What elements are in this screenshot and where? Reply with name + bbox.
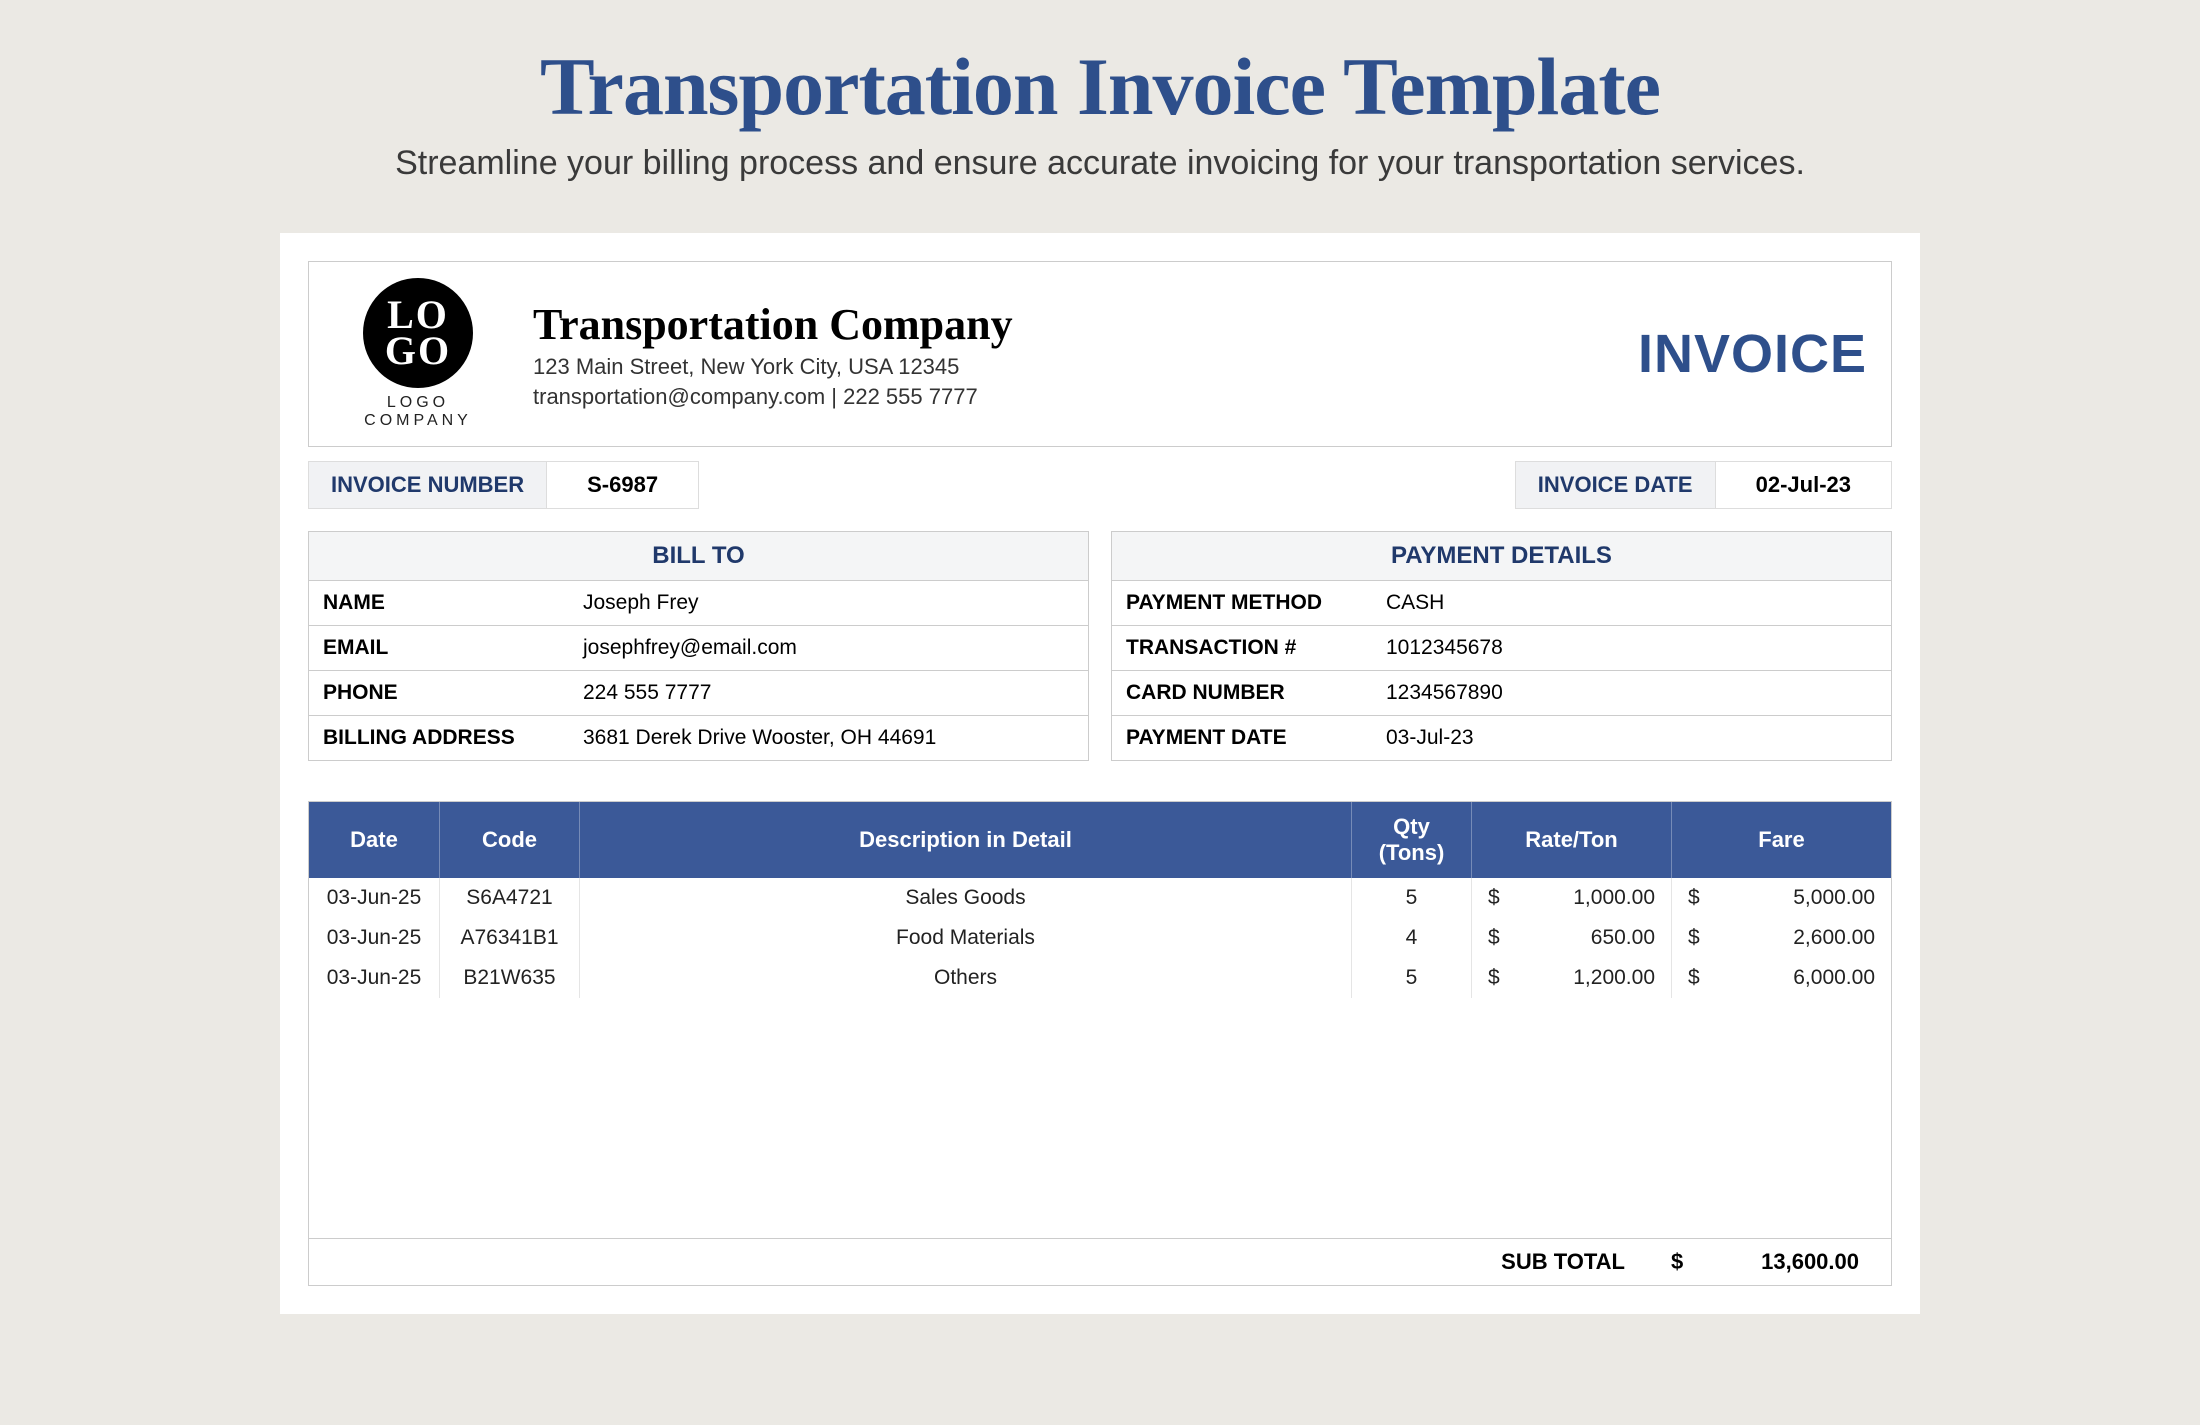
info-key: NAME (309, 581, 569, 625)
page-title: Transportation Invoice Template (280, 40, 1920, 134)
col-code: Code (439, 802, 579, 878)
info-row: NAMEJoseph Frey (308, 581, 1089, 626)
info-key: PHONE (309, 671, 569, 715)
cell-money[interactable]: $5,000.00 (1671, 878, 1891, 918)
table-body: 03-Jun-25S6A4721Sales Goods5$1,000.00$5,… (309, 878, 1891, 1238)
logo-text-2: GO (385, 333, 451, 369)
info-key: PAYMENT DATE (1112, 716, 1372, 760)
col-desc: Description in Detail (579, 802, 1351, 878)
info-row: PAYMENT DATE03-Jul-23 (1111, 716, 1892, 761)
subtotal-currency: $ (1671, 1249, 1683, 1275)
col-qty-1: Qty (1393, 814, 1430, 840)
info-value[interactable]: Joseph Frey (569, 581, 1088, 625)
invoice-sheet: LO GO LOGO COMPANY Transportation Compan… (280, 233, 1920, 1314)
invoice-heading: INVOICE (1638, 323, 1867, 385)
subtotal-value: 13,600.00 (1761, 1249, 1859, 1275)
cell[interactable]: Others (579, 958, 1351, 998)
payment-box: PAYMENT DETAILS PAYMENT METHODCASHTRANSA… (1111, 531, 1892, 761)
info-value[interactable]: josephfrey@email.com (569, 626, 1088, 670)
col-qty: Qty (Tons) (1351, 802, 1471, 878)
cell-money[interactable]: $1,000.00 (1471, 878, 1671, 918)
info-key: BILLING ADDRESS (309, 716, 569, 760)
invoice-date-label: INVOICE DATE (1515, 461, 1716, 509)
info-row: BILLING ADDRESS3681 Derek Drive Wooster,… (308, 716, 1089, 761)
invoice-number-label: INVOICE NUMBER (308, 461, 547, 509)
info-key: TRANSACTION # (1112, 626, 1372, 670)
subtotal-label: SUB TOTAL (1455, 1249, 1655, 1275)
logo-block: LO GO LOGO COMPANY (333, 278, 503, 430)
subtotal-amount: $ 13,600.00 (1655, 1249, 1875, 1275)
cell[interactable]: 03-Jun-25 (309, 958, 439, 998)
invoice-number-value[interactable]: S-6987 (547, 461, 699, 509)
invoice-date-value[interactable]: 02-Jul-23 (1716, 461, 1892, 509)
table-row: 03-Jun-25S6A4721Sales Goods5$1,000.00$5,… (309, 878, 1891, 918)
cell-money[interactable]: $2,600.00 (1671, 918, 1891, 958)
info-value[interactable]: 3681 Derek Drive Wooster, OH 44691 (569, 716, 1088, 760)
info-row: PHONE224 555 7777 (308, 671, 1089, 716)
info-value[interactable]: 03-Jul-23 (1372, 716, 1891, 760)
table-header: Date Code Description in Detail Qty (Ton… (309, 802, 1891, 878)
cell[interactable]: 5 (1351, 878, 1471, 918)
cell[interactable]: A76341B1 (439, 918, 579, 958)
info-key: CARD NUMBER (1112, 671, 1372, 715)
table-row: 03-Jun-25A76341B1Food Materials4$650.00$… (309, 918, 1891, 958)
col-date: Date (309, 802, 439, 878)
info-key: EMAIL (309, 626, 569, 670)
cell-money[interactable]: $650.00 (1471, 918, 1671, 958)
info-value[interactable]: 224 555 7777 (569, 671, 1088, 715)
bill-to-head: BILL TO (308, 531, 1089, 581)
payment-head: PAYMENT DETAILS (1111, 531, 1892, 581)
info-value[interactable]: CASH (1372, 581, 1891, 625)
meta-row: INVOICE NUMBER S-6987 INVOICE DATE 02-Ju… (308, 461, 1892, 509)
logo-icon: LO GO (363, 278, 473, 388)
subtotal-row: SUB TOTAL $ 13,600.00 (309, 1238, 1891, 1285)
info-row: EMAILjosephfrey@email.com (308, 626, 1089, 671)
company-name: Transportation Company (533, 299, 1608, 350)
cell[interactable]: 03-Jun-25 (309, 878, 439, 918)
bill-to-box: BILL TO NAMEJoseph FreyEMAILjosephfrey@e… (308, 531, 1089, 761)
cell[interactable]: Food Materials (579, 918, 1351, 958)
cell[interactable]: Sales Goods (579, 878, 1351, 918)
info-row: CARD NUMBER1234567890 (1111, 671, 1892, 716)
info-key: PAYMENT METHOD (1112, 581, 1372, 625)
company-header: LO GO LOGO COMPANY Transportation Compan… (308, 261, 1892, 447)
page-subtitle: Streamline your billing process and ensu… (280, 144, 1920, 183)
cell-money[interactable]: $1,200.00 (1471, 958, 1671, 998)
col-qty-2: (Tons) (1379, 840, 1445, 866)
logo-subtext: LOGO COMPANY (333, 394, 503, 430)
page: Transportation Invoice Template Streamli… (0, 0, 2200, 1314)
cell[interactable]: 5 (1351, 958, 1471, 998)
cell[interactable]: 4 (1351, 918, 1471, 958)
invoice-date-block: INVOICE DATE 02-Jul-23 (1515, 461, 1892, 509)
info-row: TRANSACTION #1012345678 (1111, 626, 1892, 671)
cell-money[interactable]: $6,000.00 (1671, 958, 1891, 998)
info-columns: BILL TO NAMEJoseph FreyEMAILjosephfrey@e… (308, 531, 1892, 761)
cell[interactable]: B21W635 (439, 958, 579, 998)
col-fare: Fare (1671, 802, 1891, 878)
company-contact: transportation@company.com | 222 555 777… (533, 384, 1608, 410)
cell[interactable]: 03-Jun-25 (309, 918, 439, 958)
info-row: PAYMENT METHODCASH (1111, 581, 1892, 626)
col-rate: Rate/Ton (1471, 802, 1671, 878)
info-value[interactable]: 1234567890 (1372, 671, 1891, 715)
cell[interactable]: S6A4721 (439, 878, 579, 918)
invoice-number-block: INVOICE NUMBER S-6987 (308, 461, 699, 509)
company-info: Transportation Company 123 Main Street, … (533, 299, 1608, 410)
company-address: 123 Main Street, New York City, USA 1234… (533, 354, 1608, 380)
info-value[interactable]: 1012345678 (1372, 626, 1891, 670)
items-table: Date Code Description in Detail Qty (Ton… (308, 801, 1892, 1286)
table-row: 03-Jun-25B21W635Others5$1,200.00$6,000.0… (309, 958, 1891, 998)
